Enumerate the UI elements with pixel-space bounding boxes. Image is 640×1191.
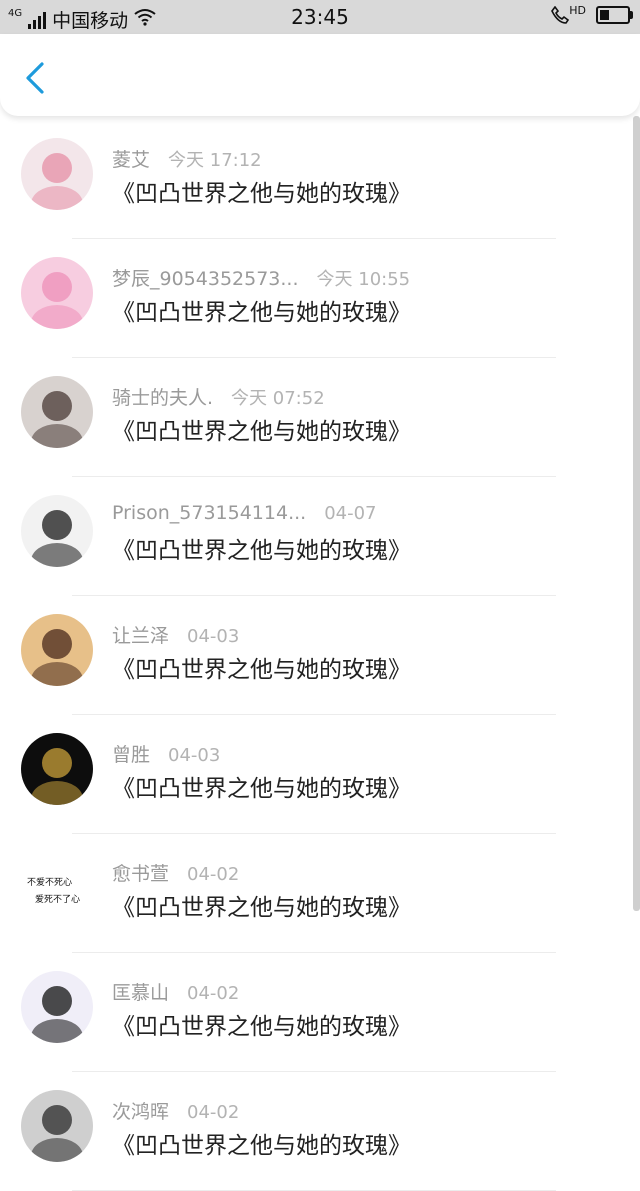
list-item[interactable]: 曾胜 04-03 《凹凸世界之他与她的玫瑰》 bbox=[0, 715, 640, 834]
list-item[interactable]: 梦辰_9054352573... 今天 10:55 《凹凸世界之他与她的玫瑰》 bbox=[0, 239, 640, 358]
phone-hd-icon: HD bbox=[551, 3, 586, 24]
list-item[interactable]: 菱艾 今天 17:12 《凹凸世界之他与她的玫瑰》 bbox=[0, 120, 640, 239]
status-right: HD bbox=[551, 3, 633, 24]
comment-meta: 匡慕山 04-02 bbox=[112, 978, 239, 1005]
list-item[interactable]: Prison_573154114... 04-07 《凹凸世界之他与她的玫瑰》 bbox=[0, 477, 640, 596]
avatar-caption-line2: 爱死不了心 bbox=[35, 894, 80, 905]
comment-meta: 次鸿晖 04-02 bbox=[112, 1097, 239, 1124]
status-bar: 4G 中国移动 23:45 HD bbox=[0, 0, 640, 34]
username[interactable]: 梦辰_9054352573... bbox=[112, 268, 299, 290]
list-item[interactable]: 次鸿晖 04-02 《凹凸世界之他与她的玫瑰》 bbox=[0, 1072, 640, 1191]
battery-icon bbox=[596, 6, 633, 24]
username[interactable]: 愈书萱 bbox=[112, 863, 169, 885]
username[interactable]: 让兰泽 bbox=[112, 625, 169, 647]
comment-meta: Prison_573154114... 04-07 bbox=[112, 502, 377, 524]
comment-meta: 让兰泽 04-03 bbox=[112, 621, 239, 648]
avatar[interactable] bbox=[21, 138, 93, 210]
comment-meta: 曾胜 04-03 bbox=[112, 740, 220, 767]
list-item[interactable]: 匡慕山 04-02 《凹凸世界之他与她的玫瑰》 bbox=[0, 953, 640, 1072]
back-button[interactable] bbox=[22, 62, 50, 94]
avatar[interactable] bbox=[21, 376, 93, 448]
comment-time: 04-02 bbox=[187, 983, 240, 1004]
username[interactable]: 骑士的夫人. bbox=[112, 387, 213, 409]
username[interactable]: 曾胜 bbox=[112, 744, 150, 766]
avatar-caption-line1: 不爱不死心 bbox=[27, 877, 72, 888]
avatar[interactable]: 不爱不死心爱死不了心 bbox=[21, 852, 93, 924]
comment-title[interactable]: 《凹凸世界之他与她的玫瑰》 bbox=[112, 293, 411, 327]
comment-title[interactable]: 《凹凸世界之他与她的玫瑰》 bbox=[112, 888, 411, 922]
username[interactable]: 菱艾 bbox=[112, 149, 150, 171]
comment-title[interactable]: 《凹凸世界之他与她的玫瑰》 bbox=[112, 531, 411, 565]
comment-time: 04-03 bbox=[187, 626, 240, 647]
comment-title[interactable]: 《凹凸世界之他与她的玫瑰》 bbox=[112, 174, 411, 208]
comment-meta: 骑士的夫人. 今天 07:52 bbox=[112, 383, 325, 410]
hd-label: HD bbox=[569, 3, 586, 17]
username[interactable]: 次鸿晖 bbox=[112, 1101, 169, 1123]
comment-time: 04-02 bbox=[187, 1102, 240, 1123]
comment-title[interactable]: 《凹凸世界之他与她的玫瑰》 bbox=[112, 1126, 411, 1160]
comment-time: 04-07 bbox=[324, 503, 377, 524]
avatar[interactable] bbox=[21, 1090, 93, 1162]
comment-title[interactable]: 《凹凸世界之他与她的玫瑰》 bbox=[112, 650, 411, 684]
battery-fill bbox=[600, 10, 609, 20]
avatar[interactable] bbox=[21, 614, 93, 686]
nav-bar bbox=[0, 34, 640, 116]
list-item[interactable]: 骑士的夫人. 今天 07:52 《凹凸世界之他与她的玫瑰》 bbox=[0, 358, 640, 477]
list-item[interactable]: 让兰泽 04-03 《凹凸世界之他与她的玫瑰》 bbox=[0, 596, 640, 715]
comment-meta: 菱艾 今天 17:12 bbox=[112, 145, 262, 172]
comment-title[interactable]: 《凹凸世界之他与她的玫瑰》 bbox=[112, 769, 411, 803]
username[interactable]: Prison_573154114... bbox=[112, 502, 306, 524]
avatar[interactable] bbox=[21, 971, 93, 1043]
clock: 23:45 bbox=[291, 5, 349, 29]
comment-time: 今天 10:55 bbox=[316, 269, 411, 290]
avatar[interactable] bbox=[21, 733, 93, 805]
avatar[interactable] bbox=[21, 257, 93, 329]
comment-meta: 愈书萱 04-02 bbox=[112, 859, 239, 886]
comment-title[interactable]: 《凹凸世界之他与她的玫瑰》 bbox=[112, 1007, 411, 1041]
comment-time: 04-03 bbox=[168, 745, 221, 766]
comment-title[interactable]: 《凹凸世界之他与她的玫瑰》 bbox=[112, 412, 411, 446]
comment-list: 菱艾 今天 17:12 《凹凸世界之他与她的玫瑰》 梦辰_9054352573... 今… bbox=[0, 120, 640, 1191]
username[interactable]: 匡慕山 bbox=[112, 982, 169, 1004]
comment-meta: 梦辰_9054352573... 今天 10:55 bbox=[112, 264, 410, 291]
comment-time: 今天 17:12 bbox=[168, 150, 262, 171]
chevron-left-icon bbox=[26, 62, 44, 94]
comment-time: 04-02 bbox=[187, 864, 240, 885]
comment-time: 今天 07:52 bbox=[231, 388, 325, 409]
avatar[interactable] bbox=[21, 495, 93, 567]
list-item[interactable]: 不爱不死心 爱死不了心 愈书萱 04-02 《凹凸世界之他与她的玫瑰》 bbox=[0, 834, 640, 953]
